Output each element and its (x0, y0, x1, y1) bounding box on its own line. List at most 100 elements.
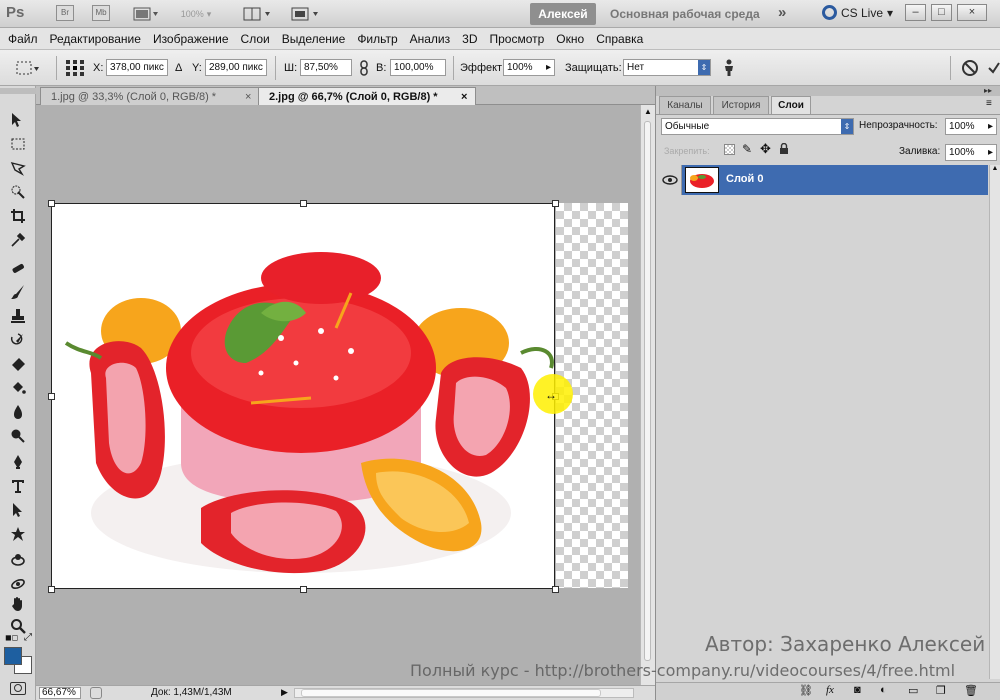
screen-mode-button[interactable] (288, 4, 324, 24)
zoom-level-input[interactable]: 66,67% (39, 687, 81, 699)
close-tab-icon[interactable]: × (461, 88, 467, 106)
transform-handle-top[interactable] (300, 200, 307, 207)
fx-icon[interactable]: fx (826, 684, 834, 696)
menu-edit[interactable]: Редактирование (50, 32, 141, 46)
horizontal-scrollbar[interactable] (294, 688, 634, 698)
commit-transform-button[interactable] (988, 60, 1000, 79)
quick-selection-tool[interactable] (8, 182, 28, 202)
menu-layer[interactable]: Слои (241, 32, 270, 46)
vertical-scrollbar[interactable]: ▲ (640, 105, 655, 685)
relative-position-icon[interactable]: Δ (175, 62, 182, 74)
scroll-up-icon[interactable]: ▲ (644, 107, 652, 116)
scroll-thumb[interactable] (644, 121, 651, 661)
swap-colors-icon[interactable]: ⤢ (24, 632, 32, 643)
tab-document-1[interactable]: 1.jpg @ 33,3% (Слой 0, RGB/8) * × (40, 87, 260, 105)
eyedropper-tool[interactable] (8, 230, 28, 250)
reference-point-locator[interactable] (64, 58, 86, 81)
transform-handle-left[interactable] (48, 393, 55, 400)
trash-icon[interactable]: 🗑 (964, 684, 978, 697)
menu-image[interactable]: Изображение (153, 32, 229, 46)
protect-select[interactable]: Нет ⇕ (623, 59, 711, 76)
transform-handle-top-right[interactable] (552, 200, 559, 207)
effect-amount-input[interactable]: 100% ▸ (503, 59, 555, 76)
move-tool[interactable] (8, 110, 28, 130)
paint-bucket-tool[interactable] (8, 378, 28, 398)
layers-scrollbar[interactable]: ▲ (989, 165, 1000, 679)
tool-preset-picker[interactable] (14, 58, 40, 81)
lock-position-icon[interactable]: ✥ (760, 141, 771, 157)
3d-rotate-tool[interactable] (8, 550, 28, 570)
menu-analysis[interactable]: Анализ (410, 32, 451, 46)
layer-visibility-toggle[interactable] (658, 165, 682, 195)
path-selection-tool[interactable] (8, 500, 28, 520)
add-mask-icon[interactable]: ◙ (854, 684, 861, 696)
link-proportions-button[interactable] (358, 60, 370, 79)
transform-bounding-box[interactable] (51, 203, 555, 589)
dodge-tool[interactable] (8, 426, 28, 446)
layer-name[interactable]: Слой 0 (726, 173, 763, 185)
scroll-up-icon[interactable]: ▲ (990, 165, 1000, 172)
hand-tool[interactable] (8, 594, 28, 614)
menu-view[interactable]: Просмотр (489, 32, 544, 46)
maximize-button[interactable]: □ (931, 4, 952, 21)
close-window-button[interactable]: × (957, 4, 987, 21)
bridge-button[interactable]: Br (56, 5, 74, 21)
lock-all-icon[interactable] (779, 142, 789, 158)
transform-handle-bottom[interactable] (300, 586, 307, 593)
toolbar-grip[interactable] (0, 88, 36, 94)
minimize-button[interactable]: – (905, 4, 926, 21)
user-workspace-badge[interactable]: Алексей (530, 3, 596, 25)
lock-transparency-icon[interactable] (724, 144, 735, 155)
crop-tool[interactable] (8, 206, 28, 226)
new-group-icon[interactable]: ▭ (908, 684, 918, 697)
tab-document-2[interactable]: 2.jpg @ 66,7% (Слой 0, RGB/8) * × (258, 87, 476, 105)
adjustment-layer-icon[interactable]: ◐ (880, 684, 887, 696)
3d-orbit-tool[interactable] (8, 574, 28, 594)
arrange-documents-button[interactable] (240, 4, 276, 24)
collapse-panel-icon[interactable]: ▸▸ (984, 86, 992, 95)
panel-menu-icon[interactable]: ≡ (986, 98, 992, 109)
link-layers-icon[interactable]: ⛓ (799, 684, 813, 697)
cs-live-menu[interactable]: CS Live ▾ (822, 5, 893, 20)
new-layer-icon[interactable]: ❐ (936, 684, 946, 697)
type-tool[interactable] (8, 476, 28, 496)
blend-mode-select[interactable]: Обычные ⇕ (661, 118, 854, 135)
status-options-icon[interactable] (90, 687, 102, 699)
fill-input[interactable]: 100% ▸ (945, 144, 997, 161)
opacity-input[interactable]: 100% ▸ (945, 118, 997, 135)
tab-channels[interactable]: Каналы (659, 96, 711, 114)
workspace-selector[interactable]: Основная рабочая среда (610, 7, 760, 21)
menu-3d[interactable]: 3D (462, 32, 477, 46)
pen-tool[interactable] (8, 452, 28, 472)
zoom-level-dropdown[interactable]: 100% ▾ (176, 4, 216, 24)
width-scale-input[interactable]: 87,50% (300, 59, 352, 76)
custom-shape-tool[interactable] (8, 524, 28, 544)
transform-handle-bottom-right[interactable] (552, 586, 559, 593)
tab-layers[interactable]: Слои (771, 96, 811, 114)
menu-select[interactable]: Выделение (282, 32, 346, 46)
lasso-tool[interactable] (8, 158, 28, 178)
protect-skin-tones-button[interactable] (722, 59, 736, 80)
transform-handle-bottom-left[interactable] (48, 586, 55, 593)
menu-window[interactable]: Окно (556, 32, 584, 46)
close-tab-icon[interactable]: × (245, 88, 251, 106)
marquee-tool[interactable] (8, 134, 28, 154)
brush-tool[interactable] (8, 282, 28, 302)
eraser-tool[interactable] (8, 354, 28, 374)
view-extras-button[interactable] (128, 4, 164, 24)
foreground-color-swatch[interactable] (4, 647, 22, 665)
panel-header-bar[interactable] (656, 86, 1000, 96)
status-menu-arrow-icon[interactable]: ▶ (281, 687, 288, 698)
layer-row[interactable]: Слой 0 (658, 165, 988, 195)
quick-mask-button[interactable] (10, 682, 26, 695)
cancel-transform-button[interactable] (961, 59, 979, 80)
lock-pixels-icon[interactable]: ✎ (742, 142, 752, 156)
menu-file[interactable]: Файл (8, 32, 38, 46)
scroll-thumb[interactable] (301, 689, 601, 697)
y-position-input[interactable]: 289,00 пикс (205, 59, 267, 76)
menu-filter[interactable]: Фильтр (357, 32, 397, 46)
menu-help[interactable]: Справка (596, 32, 643, 46)
canvas-area[interactable]: ↔ (36, 105, 640, 685)
blur-tool[interactable] (8, 402, 28, 422)
height-scale-input[interactable]: 100,00% (390, 59, 446, 76)
